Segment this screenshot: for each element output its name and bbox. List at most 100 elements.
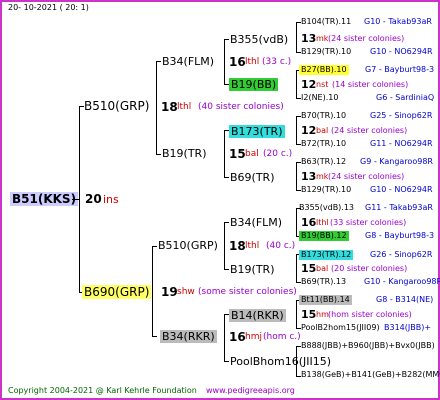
connector-gen1-2a	[152, 246, 157, 247]
gen4-info-4: G6 - SardiniaQ	[376, 93, 435, 102]
gen3-queen-3[interactable]: B173(TR)	[229, 125, 285, 138]
gen2-note-3: (40 c.)	[266, 241, 296, 251]
gen4-info-12: G10 - Kangaroo98R	[364, 277, 440, 286]
connector-gen2-3a	[224, 222, 229, 223]
gen4-queen-15[interactable]: B888(JBB)+B960(JBB)+Bvx0(JBB)	[301, 342, 435, 350]
gen4-queen-7[interactable]: B63(TR).12	[301, 158, 346, 166]
gen1-year-2: 19	[161, 285, 178, 299]
gen1-year-1: 18	[161, 100, 178, 114]
root-label: ins	[103, 193, 119, 206]
gen4-queen-2[interactable]: B129(TR).10	[301, 48, 351, 56]
gen2-year-1: 16	[229, 55, 246, 69]
gen3-year-6: 15	[301, 262, 317, 275]
gen3-note-3: (24 sister colonies)	[331, 126, 408, 135]
gen3-year-5: 16	[301, 216, 317, 229]
gen3-queen-7[interactable]: B14(RKR)	[229, 309, 286, 322]
gen3-queen-2[interactable]: B19(BB)	[229, 78, 279, 91]
gen2-label-1: lthl	[245, 57, 260, 67]
gen4-queen-3[interactable]: B27(BB).10	[299, 65, 349, 75]
gen3-queen-1[interactable]: B355(vdB)	[230, 34, 288, 45]
connector-gen2-2b	[224, 177, 229, 178]
gen3-note-6: (20 sister colonies)	[331, 264, 408, 273]
gen3-label-3: bal	[316, 126, 329, 135]
connector-gen2-3b	[224, 269, 229, 270]
connector-gen2-3	[224, 222, 225, 269]
connector-root-h	[72, 199, 80, 200]
gen4-queen-11[interactable]: B173(TR).12	[299, 250, 354, 260]
gen3-note-1: (24 sister colonies)	[328, 34, 405, 43]
gen4-info-14: B314(JBB)+	[384, 323, 432, 332]
gen4-info-2: G10 - NO6294R	[370, 47, 433, 56]
connector-gen2-1	[224, 39, 225, 84]
connector-gen2-4	[224, 314, 225, 361]
gen4-extra-year: 12	[301, 78, 317, 91]
gen4-info-8: G10 - NO6294R	[370, 185, 433, 194]
gen4-queen-12[interactable]: B69(TR).13	[301, 278, 346, 286]
header-date: 20- 10-2021 ( 20: 1)	[8, 3, 89, 12]
gen3-label-5: lthl	[316, 218, 329, 227]
footer-copyright: Copyright 2004-2021 @ Karl Kehrle Founda…	[8, 386, 197, 395]
root-queen[interactable]: B51(KKS)	[10, 192, 79, 206]
gen3-label-6: bal	[316, 264, 329, 273]
gen4-queen-14[interactable]: PoolB2hom15(JII09)	[301, 324, 380, 332]
gen2-note-2: (20 c.)	[263, 149, 293, 159]
gen4-queen-6[interactable]: B72(TR).10	[301, 140, 346, 148]
gen1-note-1: (40 sister colonies)	[198, 102, 284, 112]
gen4-info-13: G8 - B314(NE)	[376, 295, 434, 304]
gen1-queen-1[interactable]: B510(GRP)	[84, 100, 149, 112]
gen4-queen-13[interactable]: Bt11(BB).14	[299, 295, 352, 305]
gen2-queen-4[interactable]: B34(RKR)	[160, 330, 217, 343]
gen4-queen-1[interactable]: B104(TR).11	[301, 18, 351, 26]
gen4-queen-16[interactable]: B138(GeB)+B141(GeB)+B282(MMG)	[301, 371, 440, 379]
connector-gen1-1b	[156, 154, 161, 155]
gen4-queen-4[interactable]: I2(NE).10	[301, 94, 338, 102]
gen3-queen-5[interactable]: B34(FLM)	[230, 217, 282, 228]
gen4-info-5: G25 - Sinop62R	[370, 111, 433, 120]
connector-gen2-1a	[224, 39, 229, 40]
gen2-note-4: (hom c.)	[263, 332, 301, 342]
connector-gen2-4b	[224, 361, 229, 362]
gen3-note-5: (33 sister colonies)	[330, 218, 407, 227]
gen2-label-3: lthl	[245, 241, 260, 251]
gen1-note-2: (some sister colonies)	[198, 287, 297, 297]
gen3-label-1: mk	[316, 34, 329, 43]
gen2-year-2: 15	[229, 147, 246, 161]
gen2-label-2: bal	[245, 149, 259, 159]
connector-gen3-5	[296, 208, 297, 236]
gen2-label-4: hmj	[245, 332, 262, 342]
connector-gen1-2b	[152, 336, 157, 337]
footer-site[interactable]: www.pedigreeapis.org	[206, 387, 295, 395]
gen4-info-3: G7 - Bayburt98-3	[365, 65, 435, 74]
gen4-queen-5[interactable]: B70(TR).10	[301, 112, 346, 120]
gen2-queen-2[interactable]: B19(TR)	[162, 148, 207, 159]
gen3-queen-6[interactable]: B19(TR)	[230, 264, 275, 275]
gen4-info-1: G10 - Takab93aR	[364, 17, 432, 26]
gen4-queen-10[interactable]: B19(BB).12	[299, 231, 349, 241]
connector-gen3-7	[296, 300, 297, 328]
connector-gen1-1a	[156, 61, 161, 62]
gen3-year-1: 13	[301, 32, 317, 45]
gen3-label-7: hm	[316, 310, 329, 319]
gen4-queen-8[interactable]: B129(TR).10	[301, 186, 351, 194]
gen4-queen-9[interactable]: B355(vdB).13	[299, 204, 354, 212]
gen3-note-4: (24 sister colonies)	[328, 172, 405, 181]
gen2-queen-1[interactable]: B34(FLM)	[162, 56, 214, 67]
gen1-label-2: shw	[177, 287, 195, 297]
connector-gen3-6	[296, 254, 297, 282]
root-year: 20	[85, 192, 102, 206]
connector-gen1-2	[152, 246, 153, 336]
gen1-label-1: lthl	[177, 102, 192, 112]
gen3-year-3: 12	[301, 124, 317, 137]
gen2-year-4: 16	[229, 330, 246, 344]
gen2-note-1: (33 c.)	[262, 57, 292, 67]
gen1-queen-2[interactable]: B690(GRP)	[82, 285, 152, 299]
gen2-queen-3[interactable]: B510(GRP)	[158, 240, 218, 251]
gen3-queen-4[interactable]: B69(TR)	[230, 172, 275, 183]
connector-gen3-1	[296, 22, 297, 52]
connector-gen1-1	[156, 61, 157, 154]
gen4-info-6: G11 - NO6294R	[370, 139, 433, 148]
gen3-queen-8[interactable]: PoolBhom16(JII15)	[230, 356, 331, 367]
gen3-year-4: 13	[301, 170, 317, 183]
gen4-extra-label: nst	[316, 80, 329, 89]
gen2-year-3: 18	[229, 239, 246, 253]
